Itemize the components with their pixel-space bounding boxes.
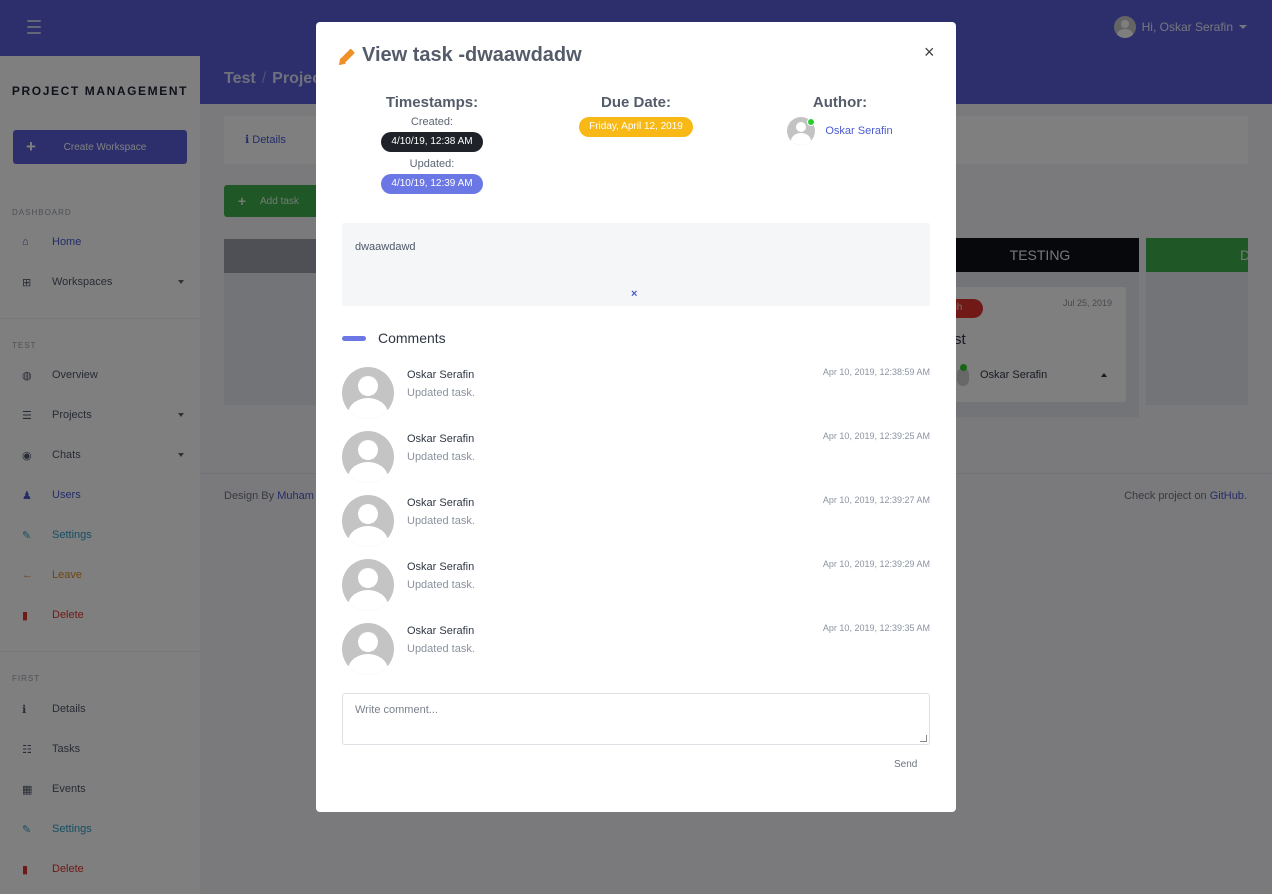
- commenter-name: Oskar Serafin: [407, 433, 475, 445]
- due-date-badge: Friday, April 12, 2019: [579, 117, 693, 137]
- comment-timestamp: Apr 10, 2019, 12:39:29 AM: [822, 559, 930, 569]
- comment-text: Updated task.: [407, 451, 475, 463]
- send-button[interactable]: Send: [894, 759, 917, 770]
- resize-handle-icon[interactable]: [920, 735, 927, 742]
- commenter-name: Oskar Serafin: [407, 369, 475, 381]
- comment-item: Oskar Serafin Updated task. Apr 10, 2019, …: [342, 495, 930, 549]
- comment-item: Oskar Serafin Updated task. Apr 10, 2019, …: [342, 431, 930, 485]
- author-info: Oskar Serafin: [750, 117, 930, 145]
- clear-description-icon[interactable]: ×: [631, 288, 637, 300]
- comment-text: Updated task.: [407, 643, 475, 655]
- close-icon[interactable]: ×: [924, 42, 935, 63]
- view-task-modal: View task -dwaawdadw × Timestamps: Creat…: [316, 22, 956, 812]
- commenter-avatar: [342, 431, 394, 483]
- timestamps-section: Timestamps: Created: 4/10/19, 12:38 AM U…: [342, 94, 522, 194]
- comment-timestamp: Apr 10, 2019, 12:38:59 AM: [822, 367, 930, 377]
- commenter-avatar: [342, 559, 394, 611]
- task-description[interactable]: dwaawdawd ×: [342, 223, 930, 306]
- comment-item: Oskar Serafin Updated task. Apr 10, 2019, …: [342, 559, 930, 613]
- comment-item: Oskar Serafin Updated task. Apr 10, 2019, …: [342, 367, 930, 421]
- comment-textarea[interactable]: [343, 694, 929, 744]
- commenter-name: Oskar Serafin: [407, 561, 475, 573]
- task-description-text: dwaawdawd: [355, 241, 416, 253]
- due-date-heading: Due Date:: [600, 94, 671, 111]
- modal-title-text: View task -dwaawdadw: [362, 44, 582, 66]
- author-heading: Author:: [812, 94, 868, 111]
- created-label: Created:: [410, 116, 454, 128]
- comments-accent-bar: [342, 336, 366, 341]
- commenter-avatar: [342, 623, 394, 675]
- timestamps-heading: Timestamps:: [385, 94, 479, 111]
- comment-item: Oskar Serafin Updated task. Apr 10, 2019, …: [342, 623, 930, 677]
- comment-timestamp: Apr 10, 2019, 12:39:35 AM: [822, 623, 930, 633]
- comment-field[interactable]: [342, 693, 930, 745]
- comments-heading: Comments: [378, 330, 446, 346]
- comment-timestamp: Apr 10, 2019, 12:39:25 AM: [822, 431, 930, 441]
- comment-text: Updated task.: [407, 387, 475, 399]
- commenter-avatar: [342, 495, 394, 547]
- author-section: Author: Oskar Serafin: [750, 94, 930, 145]
- updated-label: Updated:: [409, 158, 455, 170]
- commenter-avatar: [342, 367, 394, 419]
- created-badge: 4/10/19, 12:38 AM: [381, 132, 483, 152]
- modal-title: View task -dwaawdadw: [336, 44, 582, 67]
- comment-timestamp: Apr 10, 2019, 12:39:27 AM: [822, 495, 930, 505]
- due-date-section: Due Date: Friday, April 12, 2019: [546, 94, 726, 137]
- comment-text: Updated task.: [407, 579, 475, 591]
- commenter-name: Oskar Serafin: [407, 625, 475, 637]
- updated-badge: 4/10/19, 12:39 AM: [381, 174, 483, 194]
- commenter-name: Oskar Serafin: [407, 497, 475, 509]
- author-name-link[interactable]: Oskar Serafin: [825, 125, 892, 137]
- comment-text: Updated task.: [407, 515, 475, 527]
- online-status-dot: [807, 118, 815, 126]
- pencil-icon: [336, 46, 356, 66]
